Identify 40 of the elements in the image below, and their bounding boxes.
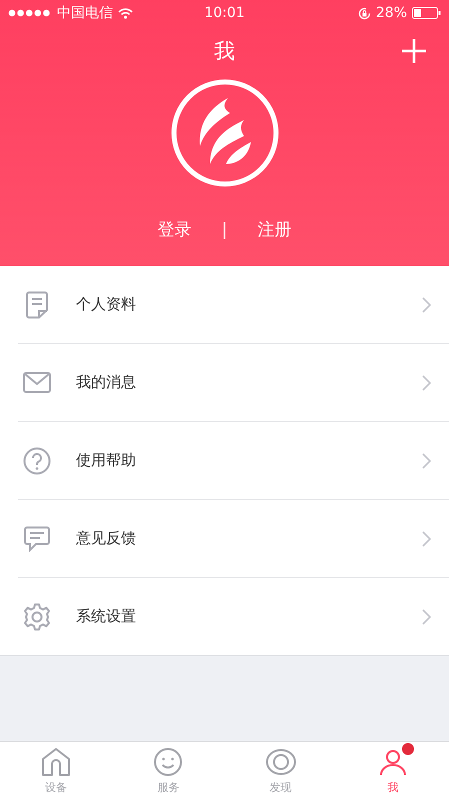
tab-item[interactable]: 我 xyxy=(336,742,449,800)
signal-icon xyxy=(8,9,52,17)
chevron-right-icon xyxy=(422,452,431,468)
add-icon[interactable] xyxy=(401,38,427,64)
menu-item[interactable]: 个人资料 xyxy=(18,266,449,344)
chevron-right-icon xyxy=(422,296,431,312)
battery-percent: 28% xyxy=(376,5,407,21)
menu-item-label: 个人资料 xyxy=(76,295,137,314)
person-icon xyxy=(378,747,408,777)
flame-logo-icon xyxy=(170,78,280,188)
chevron-right-icon xyxy=(422,608,431,624)
carrier-name: 中国电信 xyxy=(57,4,113,22)
chevron-right-icon xyxy=(422,374,431,390)
menu-item[interactable]: 我的消息 xyxy=(18,344,449,422)
menu-item[interactable]: 使用帮助 xyxy=(18,422,449,500)
home-icon xyxy=(41,747,72,777)
smiley-icon xyxy=(153,747,184,777)
tab-item[interactable]: 发现 xyxy=(224,742,337,800)
status-time: 10:01 xyxy=(204,5,245,21)
eye-icon xyxy=(264,748,297,776)
login-link[interactable]: 登录 xyxy=(158,218,192,241)
help-icon xyxy=(22,446,52,474)
menu-item-label: 使用帮助 xyxy=(76,451,137,470)
wifi-icon xyxy=(118,8,133,18)
tab-item[interactable]: 服务 xyxy=(112,742,224,800)
register-link[interactable]: 注册 xyxy=(257,218,292,241)
menu-item-label: 我的消息 xyxy=(76,373,137,392)
rotation-lock-icon xyxy=(358,6,371,20)
menu-item[interactable]: 系统设置 xyxy=(0,578,449,655)
divider-text: | xyxy=(222,220,228,240)
chat-bubble-icon xyxy=(22,526,52,552)
menu-item[interactable]: 意见反馈 xyxy=(18,500,449,578)
chevron-right-icon xyxy=(422,530,431,546)
page-title: 我 xyxy=(214,38,235,65)
settings-icon xyxy=(22,602,52,630)
envelope-icon xyxy=(22,372,52,393)
menu-item-label: 系统设置 xyxy=(76,607,137,626)
tab-item[interactable]: 设备 xyxy=(0,742,112,800)
battery-icon xyxy=(412,7,441,19)
menu-item-label: 意见反馈 xyxy=(76,529,137,548)
